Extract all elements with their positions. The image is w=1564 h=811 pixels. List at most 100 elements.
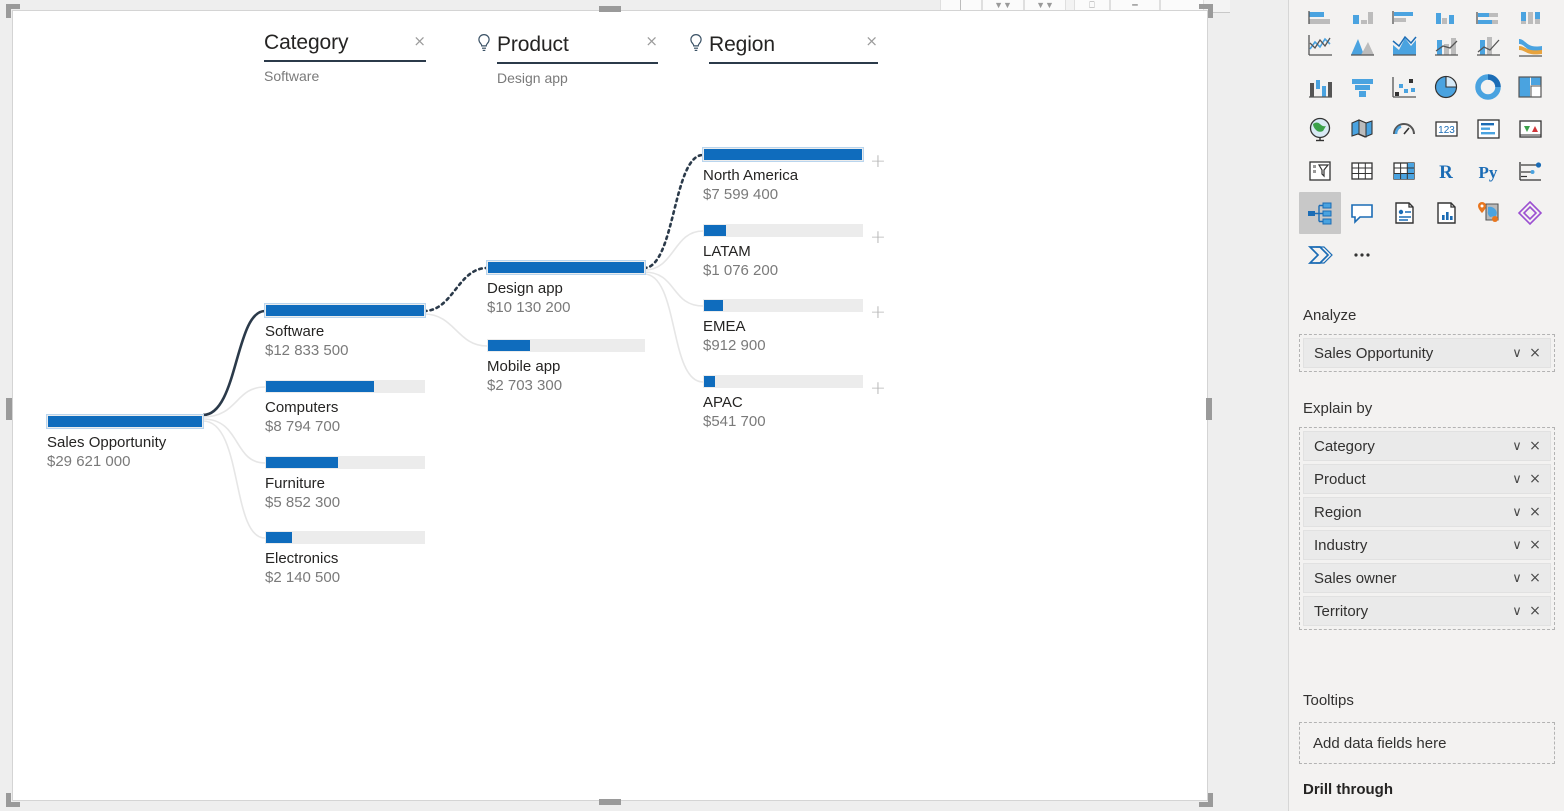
- decomposition-tree-icon[interactable]: [1299, 192, 1341, 234]
- expand-button-latam[interactable]: +: [870, 228, 886, 247]
- power-automate-icon[interactable]: [1299, 234, 1341, 276]
- close-icon[interactable]: ×: [1526, 471, 1544, 487]
- resize-handle-top[interactable]: [599, 6, 621, 12]
- resize-handle-bottom-left[interactable]: [6, 793, 20, 807]
- tree-node-latam[interactable]: LATAM $1 076 200: [703, 224, 863, 280]
- hundred-percent-stacked-column-chart-icon[interactable]: [1509, 0, 1551, 24]
- smart-narrative-icon[interactable]: [1383, 192, 1425, 234]
- q-and-a-icon[interactable]: [1341, 192, 1383, 234]
- close-icon[interactable]: ×: [1526, 537, 1544, 553]
- clustered-column-chart-icon[interactable]: [1425, 0, 1467, 24]
- close-icon[interactable]: ×: [1526, 504, 1544, 520]
- chevron-down-icon[interactable]: ∨: [1508, 538, 1526, 553]
- tree-node-apac[interactable]: APAC $541 700: [703, 375, 863, 431]
- tree-node-furniture[interactable]: Furniture $5 852 300: [265, 456, 425, 512]
- slicer-icon[interactable]: [1299, 150, 1341, 192]
- explain-by-well[interactable]: Category ∨ × Product ∨ × Region ∨ × Indu…: [1299, 427, 1555, 630]
- field-pill-category[interactable]: Category ∨ ×: [1303, 431, 1551, 461]
- close-icon[interactable]: ×: [1526, 345, 1544, 361]
- close-icon[interactable]: ×: [1526, 570, 1544, 586]
- gauge-icon[interactable]: [1383, 108, 1425, 150]
- kpi-icon[interactable]: [1509, 108, 1551, 150]
- chevron-down-icon[interactable]: ∨: [1508, 604, 1526, 619]
- clustered-bar-chart-icon[interactable]: [1383, 0, 1425, 24]
- tree-node-emea-bar: [703, 299, 863, 312]
- field-pill-territory[interactable]: Territory ∨ ×: [1303, 596, 1551, 626]
- viz-gallery-row-6: [1299, 192, 1555, 234]
- chevron-down-icon[interactable]: ∨: [1508, 472, 1526, 487]
- python-visual-icon[interactable]: Py: [1467, 150, 1509, 192]
- hundred-percent-stacked-bar-chart-icon[interactable]: [1467, 0, 1509, 24]
- treemap-icon[interactable]: [1509, 66, 1551, 108]
- chevron-down-icon[interactable]: ∨: [1508, 439, 1526, 454]
- power-apps-icon[interactable]: [1509, 192, 1551, 234]
- tooltips-well-placeholder: Add data fields here: [1313, 734, 1447, 752]
- resize-handle-left[interactable]: [6, 398, 12, 420]
- field-pill-sales-owner[interactable]: Sales owner ∨ ×: [1303, 563, 1551, 593]
- tree-node-north-america-bar-fill: [704, 149, 862, 160]
- chevron-down-icon[interactable]: ∨: [1508, 571, 1526, 586]
- r-script-visual-icon[interactable]: R: [1425, 150, 1467, 192]
- stacked-column-chart-icon[interactable]: [1341, 0, 1383, 24]
- azure-map-icon[interactable]: [1467, 192, 1509, 234]
- svg-text:R: R: [1439, 162, 1453, 183]
- area-chart-icon[interactable]: [1341, 24, 1383, 66]
- tree-node-mobile-app[interactable]: Mobile app $2 703 300: [487, 339, 645, 395]
- field-pill-region[interactable]: Region ∨ ×: [1303, 497, 1551, 527]
- visualizations-pane: 123 R Py Analyze Sales Opportunity ∨ × E…: [1288, 0, 1564, 811]
- expand-button-emea[interactable]: +: [870, 303, 886, 322]
- decomposition-tree-visual[interactable]: Category × Software Product × Design app…: [12, 10, 1208, 801]
- close-icon[interactable]: ×: [1526, 438, 1544, 454]
- expand-button-apac[interactable]: +: [870, 379, 886, 398]
- explain-by-section-title: Explain by: [1303, 400, 1373, 417]
- tree-node-root[interactable]: Sales Opportunity $29 621 000: [46, 414, 204, 471]
- ribbon-chart-icon[interactable]: [1509, 24, 1551, 66]
- map-icon[interactable]: [1299, 108, 1341, 150]
- matrix-icon[interactable]: [1383, 150, 1425, 192]
- resize-handle-top-left[interactable]: [6, 4, 20, 18]
- close-icon[interactable]: ×: [1526, 603, 1544, 619]
- line-and-clustered-column-chart-icon[interactable]: [1467, 24, 1509, 66]
- analyze-well[interactable]: Sales Opportunity ∨ ×: [1299, 334, 1555, 372]
- resize-handle-right[interactable]: [1206, 398, 1212, 420]
- table-icon[interactable]: [1341, 150, 1383, 192]
- tree-node-north-america[interactable]: North America $7 599 400: [702, 147, 864, 204]
- field-pill-category-label: Category: [1314, 437, 1375, 455]
- field-pill-product[interactable]: Product ∨ ×: [1303, 464, 1551, 494]
- viz-gallery-row-3: [1299, 66, 1555, 108]
- filled-map-icon[interactable]: [1341, 108, 1383, 150]
- more-options-icon[interactable]: [1341, 234, 1383, 276]
- chevron-down-icon[interactable]: ∨: [1508, 505, 1526, 520]
- tooltips-well[interactable]: Add data fields here: [1299, 722, 1555, 764]
- field-pill-sales-opportunity[interactable]: Sales Opportunity ∨ ×: [1303, 338, 1551, 368]
- stacked-bar-chart-icon[interactable]: [1299, 0, 1341, 24]
- tree-node-electronics[interactable]: Electronics $2 140 500: [265, 531, 425, 587]
- scatter-chart-icon[interactable]: [1383, 66, 1425, 108]
- line-and-stacked-column-chart-icon[interactable]: [1425, 24, 1467, 66]
- tree-node-software[interactable]: Software $12 833 500: [264, 303, 426, 360]
- resize-handle-bottom-right[interactable]: [1199, 793, 1213, 807]
- paginated-report-icon[interactable]: [1425, 192, 1467, 234]
- line-chart-icon[interactable]: [1299, 24, 1341, 66]
- stacked-area-chart-icon[interactable]: [1383, 24, 1425, 66]
- tree-node-apac-value: $541 700: [703, 413, 766, 431]
- tree-node-latam-label: LATAM: [703, 243, 751, 260]
- multi-row-card-icon[interactable]: [1467, 108, 1509, 150]
- chevron-down-icon[interactable]: ∨: [1508, 346, 1526, 361]
- field-pill-industry[interactable]: Industry ∨ ×: [1303, 530, 1551, 560]
- donut-chart-icon[interactable]: [1467, 66, 1509, 108]
- expand-button-north-america[interactable]: +: [870, 152, 886, 171]
- tree-connectors: [202, 153, 705, 539]
- funnel-chart-icon[interactable]: [1341, 66, 1383, 108]
- resize-handle-top-right[interactable]: [1199, 4, 1213, 18]
- tree-node-emea[interactable]: EMEA $912 900: [703, 299, 863, 355]
- waterfall-chart-icon[interactable]: [1299, 66, 1341, 108]
- tree-node-apac-label: APAC: [703, 394, 743, 411]
- pie-chart-icon[interactable]: [1425, 66, 1467, 108]
- key-influencers-icon[interactable]: [1509, 150, 1551, 192]
- tree-node-design-app[interactable]: Design app $10 130 200: [486, 260, 646, 317]
- tree-node-emea-label: EMEA: [703, 318, 746, 335]
- card-icon[interactable]: 123: [1425, 108, 1467, 150]
- resize-handle-bottom[interactable]: [599, 799, 621, 805]
- tree-node-computers[interactable]: Computers $8 794 700: [265, 380, 425, 436]
